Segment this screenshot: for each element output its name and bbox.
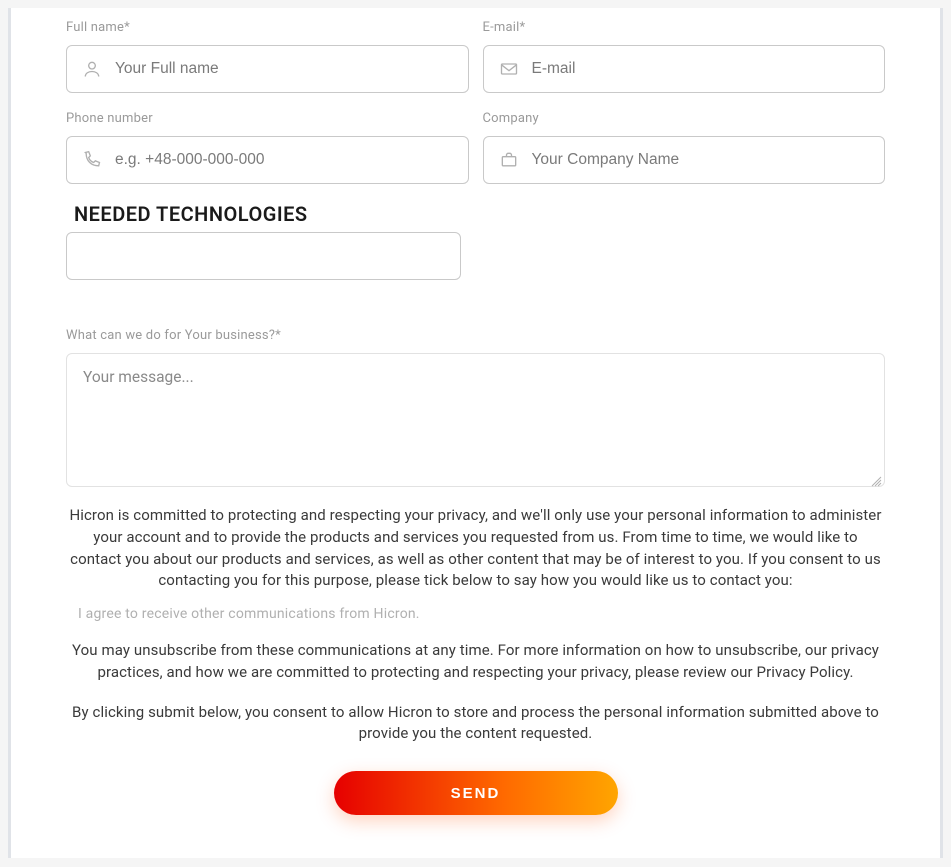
- privacy-paragraph-3: By clicking submit below, you consent to…: [66, 702, 885, 746]
- phone-field: Phone number: [66, 111, 469, 184]
- company-input[interactable]: [532, 151, 871, 169]
- fullname-field: Full name*: [66, 20, 469, 93]
- privacy-paragraph-2: You may unsubscribe from these communica…: [66, 640, 885, 684]
- fullname-input[interactable]: [115, 60, 454, 78]
- consent-checkbox-label[interactable]: I agree to receive other communications …: [78, 606, 885, 622]
- message-textarea-wrap[interactable]: [66, 353, 885, 487]
- phone-icon: [81, 149, 103, 171]
- resize-icon: [870, 472, 882, 484]
- briefcase-icon: [498, 149, 520, 171]
- envelope-icon: [498, 58, 520, 80]
- privacy-paragraph-1: Hicron is committed to protecting and re…: [66, 505, 885, 592]
- technologies-section: NEEDED TECHNOLOGIES: [66, 202, 885, 280]
- phone-label: Phone number: [66, 111, 469, 126]
- phone-input[interactable]: [115, 151, 454, 169]
- company-field: Company: [483, 111, 886, 184]
- email-input-wrap[interactable]: [483, 45, 886, 93]
- company-label: Company: [483, 111, 886, 126]
- contact-form-page: Full name* E-mail* Phone number: [8, 8, 943, 858]
- technologies-input[interactable]: [66, 232, 461, 280]
- company-input-wrap[interactable]: [483, 136, 886, 184]
- email-field: E-mail*: [483, 20, 886, 93]
- message-textarea[interactable]: [83, 368, 868, 468]
- email-label: E-mail*: [483, 20, 886, 35]
- person-icon: [81, 58, 103, 80]
- technologies-label: NEEDED TECHNOLOGIES: [74, 202, 885, 226]
- message-label: What can we do for Your business?*: [66, 328, 885, 343]
- message-field: What can we do for Your business?*: [66, 328, 885, 487]
- phone-input-wrap[interactable]: [66, 136, 469, 184]
- send-button[interactable]: SEND: [334, 771, 618, 815]
- fullname-input-wrap[interactable]: [66, 45, 469, 93]
- email-input[interactable]: [532, 60, 871, 78]
- fullname-label: Full name*: [66, 20, 469, 35]
